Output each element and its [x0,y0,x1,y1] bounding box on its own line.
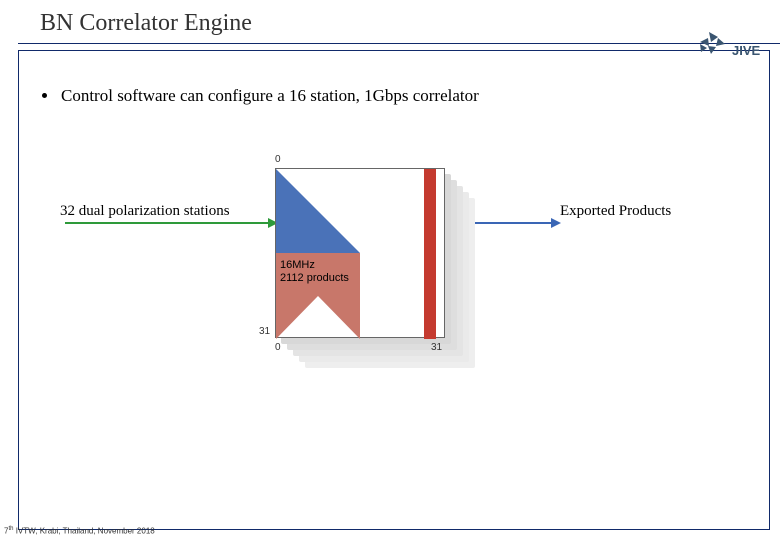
axis-bottom-0: 0 [275,342,281,353]
correlator-diagram: 16MHz 2112 products 0 31 0 31 [275,168,535,368]
axis-left-31: 31 [259,326,270,337]
title-underline [18,43,780,44]
footer-rest: IVTW, Krabi, Thailand, November 2018 [13,527,154,536]
exported-bar [424,169,436,339]
left-caption: 32 dual polarization stations [60,203,230,220]
center-label-line1: 16MHz [280,259,315,271]
center-label-line2: 2112 products [280,272,349,284]
center-label: 16MHz 2112 products [280,259,349,285]
footer-text: 7th IVTW, Krabi, Thailand, November 2018 [4,526,155,536]
page-title: BN Correlator Engine [0,0,780,43]
matrix-square: 16MHz 2112 products [275,168,445,338]
logo-text: JIVE [732,43,761,58]
bullet-text: Control software can configure a 16 stat… [61,86,479,105]
jive-logo: JIVE [694,28,766,72]
arrow-green [65,222,270,224]
axis-top-0: 0 [275,154,281,165]
right-caption: Exported Products [560,203,671,220]
triangle-blue [276,169,360,253]
arrow-blue-head-icon [551,218,561,228]
axis-bottom-31: 31 [431,342,442,353]
bullet-dot-icon [42,93,47,98]
bullet-item: Control software can configure a 16 stat… [42,86,479,106]
